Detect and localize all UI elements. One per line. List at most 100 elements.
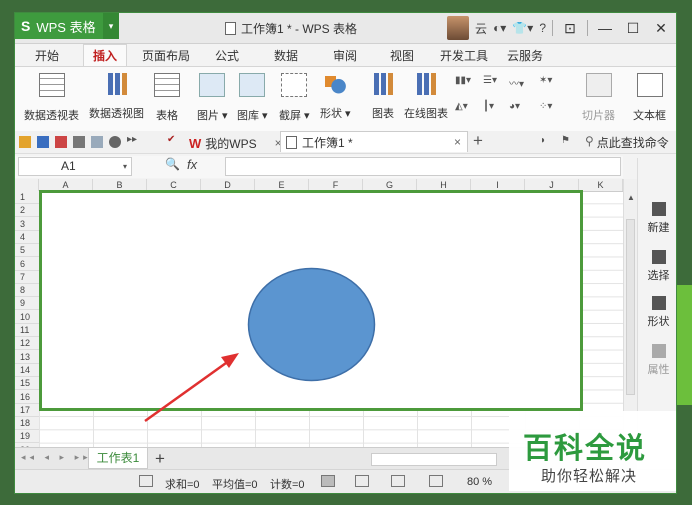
save-icon[interactable]	[37, 136, 49, 148]
print-preview-icon[interactable]	[91, 136, 103, 148]
stock-chart-icon[interactable]: ┃▾	[483, 101, 494, 112]
row-header[interactable]: 15	[15, 377, 39, 391]
minimize-button[interactable]: —	[594, 20, 616, 36]
bar-chart-icon[interactable]: ☰▾	[483, 75, 497, 86]
gallery-button[interactable]: 图库 ▾	[237, 73, 268, 123]
tab-document[interactable]: 工作簿1 * ×	[280, 131, 468, 152]
row-header[interactable]: 12	[15, 337, 39, 351]
column-chart-icon[interactable]: ▮▮▾	[455, 75, 471, 86]
row-header[interactable]: 14	[15, 364, 39, 377]
page-layout-view-icon[interactable]	[391, 475, 405, 487]
restore-icon[interactable]: ⊡	[559, 20, 581, 37]
ellipse-shape[interactable]	[247, 267, 376, 382]
pane-shape-button[interactable]: 形状	[638, 296, 676, 329]
scroll-up-icon[interactable]: ▲	[627, 193, 635, 202]
name-box[interactable]: A1 ▾	[18, 157, 132, 176]
textbox-button[interactable]: 文本框	[633, 73, 666, 123]
print-icon[interactable]	[73, 136, 85, 148]
flag-icon[interactable]: ⚑	[561, 135, 570, 146]
row-header[interactable]: 7	[15, 271, 39, 284]
normal-view-icon[interactable]	[321, 475, 335, 487]
picture-button[interactable]: 图片 ▾	[197, 73, 228, 123]
row-header[interactable]: 6	[15, 258, 39, 271]
tab-data[interactable]: 数据	[274, 47, 298, 64]
pane-select-button[interactable]: 选择	[638, 250, 676, 283]
row-header[interactable]: 17	[15, 404, 39, 417]
tab-insert[interactable]: 插入	[83, 44, 128, 67]
row-header[interactable]: 2	[15, 204, 39, 218]
tab-developer[interactable]: 开发工具	[440, 47, 488, 64]
close-button[interactable]: ✕	[650, 20, 672, 37]
pane-new-button[interactable]: 新建	[638, 202, 676, 235]
screenshot-button[interactable]: 截屏 ▾	[279, 73, 310, 123]
add-sheet-button[interactable]: +	[155, 449, 165, 469]
line-chart-icon[interactable]: 〰▾	[509, 75, 524, 90]
scrollbar-thumb[interactable]	[626, 219, 635, 395]
row-header[interactable]: 8	[15, 284, 39, 298]
row-header[interactable]: 9	[15, 297, 39, 311]
tab-formulas[interactable]: 公式	[215, 47, 239, 64]
tab-view[interactable]: 视图	[390, 47, 414, 64]
row-header[interactable]: 3	[15, 218, 39, 231]
zoom-level[interactable]: 80 %	[467, 476, 492, 488]
chart-button[interactable]: 图表	[371, 73, 395, 121]
pane-property-button[interactable]: 属性	[638, 344, 676, 377]
tab-home[interactable]: 开始	[35, 47, 59, 64]
open-icon[interactable]	[19, 136, 31, 148]
pivot-table-button[interactable]: 数据透视表	[24, 73, 79, 123]
more-icon[interactable]: ▸▸	[127, 134, 137, 145]
table-label: 表格	[156, 110, 178, 122]
tab-page-layout[interactable]: 页面布局	[142, 47, 190, 64]
row-header[interactable]: 10	[15, 311, 39, 324]
row-header[interactable]: 11	[15, 324, 39, 337]
scatter-chart-icon[interactable]: ⁘▾	[539, 101, 552, 112]
cloud-sync-icon[interactable]: ◗	[540, 135, 546, 146]
avatar[interactable]	[447, 16, 470, 40]
new-tab-button[interactable]: +	[473, 131, 483, 151]
slicer-button[interactable]: 切片器	[582, 73, 615, 123]
radar-chart-icon[interactable]: ✶▾	[539, 75, 552, 86]
macro-icon[interactable]	[139, 475, 153, 487]
shirt-icon[interactable]: 👕▾	[512, 21, 533, 35]
cloud-label[interactable]: 云	[475, 20, 487, 37]
pie-chart-icon[interactable]: ◕▾	[509, 101, 520, 112]
area-chart-icon[interactable]: ◭▾	[455, 101, 468, 112]
page-break-view-icon[interactable]	[355, 475, 369, 487]
tab-my-wps[interactable]: W 我的WPS ×	[189, 133, 282, 153]
horizontal-scrollbar[interactable]	[371, 453, 497, 466]
row-header[interactable]: 18	[15, 417, 39, 431]
app-menu-button[interactable]: S WPS 表格 ▾	[15, 13, 119, 39]
row-header[interactable]: 1	[15, 191, 39, 204]
column-header[interactable]: K	[579, 179, 623, 191]
sheet-tab[interactable]: 工作表1	[88, 448, 148, 469]
undo-icon[interactable]	[109, 136, 121, 148]
maximize-button[interactable]: ☐	[622, 20, 644, 37]
sheet-nav-arrows[interactable]: ◂◂ ◂ ▸ ▸▸	[21, 452, 92, 463]
zoom-icon[interactable]: 🔍	[165, 157, 180, 171]
row-header[interactable]: 5	[15, 244, 39, 258]
command-search[interactable]: ⚲ 点此查找命令	[585, 134, 669, 151]
app-menu-dropdown-icon[interactable]: ▾	[103, 13, 119, 39]
reading-view-icon[interactable]	[429, 475, 443, 487]
help-button[interactable]: ?	[539, 21, 546, 35]
export-pdf-icon[interactable]	[55, 136, 67, 148]
vertical-scrollbar[interactable]: ▲	[623, 179, 638, 447]
row-header[interactable]: 13	[15, 351, 39, 364]
close-doc-tab-icon[interactable]: ×	[454, 135, 461, 149]
fx-button[interactable]: fx	[187, 157, 197, 172]
select-all-corner[interactable]	[15, 179, 39, 191]
customize-icon[interactable]: ✔	[167, 134, 175, 145]
gallery-label: 图库 ▾	[237, 110, 268, 122]
formula-input[interactable]	[225, 157, 621, 176]
row-header[interactable]: 4	[15, 231, 39, 244]
shape-button[interactable]: 形状 ▾	[320, 73, 351, 121]
row-header[interactable]: 19	[15, 430, 39, 444]
pivot-chart-button[interactable]: 数据透视图	[89, 73, 144, 121]
skin-icon[interactable]: ◐▾	[493, 21, 506, 35]
tab-cloud-service[interactable]: 云服务	[507, 47, 543, 64]
tab-review[interactable]: 审阅	[333, 47, 357, 64]
online-chart-button[interactable]: 在线图表	[404, 73, 448, 121]
name-box-dropdown-icon[interactable]: ▾	[123, 158, 127, 175]
row-header[interactable]: 16	[15, 391, 39, 404]
table-button[interactable]: 表格	[154, 73, 180, 123]
